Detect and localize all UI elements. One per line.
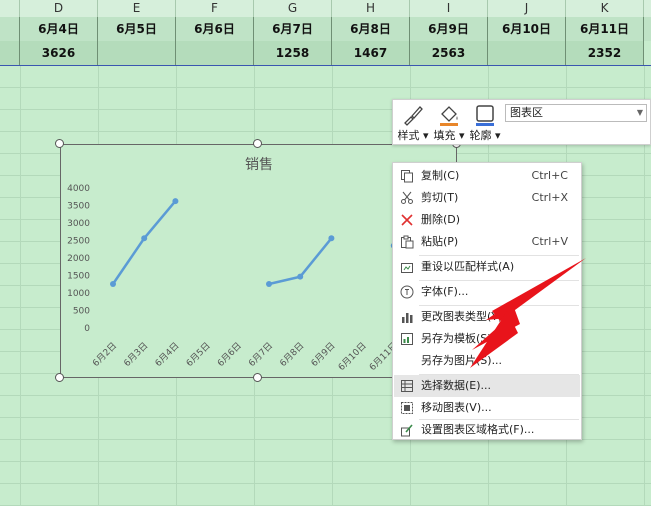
y-tick-label: 3500 [67, 202, 90, 212]
y-tick-label: 1500 [67, 272, 90, 282]
header-cell[interactable]: 6月11日 [566, 17, 644, 41]
x-tick-label: 6月5日 [184, 340, 213, 369]
menu-item-change-chart-type[interactable]: 更改图表类型(Y)... [394, 306, 580, 328]
chart-context-menu: 复制(C) Ctrl+C 剪切(T) Ctrl+X 删除(D) 粘贴(P) Ct… [392, 162, 582, 440]
y-tick-label: 3000 [67, 219, 90, 229]
header-cell-partial[interactable] [0, 17, 20, 41]
outline-label: 轮廓 [469, 129, 492, 142]
x-tick-label: 6月7日 [247, 340, 276, 369]
value-cell[interactable]: 2352 [566, 41, 644, 65]
menu-item-reset-style[interactable]: 重设以匹配样式(A) [394, 256, 580, 278]
menu-item-save-template[interactable]: 另存为模板(S)... [394, 328, 580, 350]
date-header-row: 6月4日 6月5日 6月6日 6月7日 6月8日 6月9日 6月10日 6月11… [0, 17, 651, 42]
header-cell[interactable]: 6月5日 [98, 17, 176, 41]
chart-type-icon [402, 313, 413, 323]
header-cell[interactable]: 6月6日 [176, 17, 254, 41]
chart-element-select[interactable]: 图表区 ▼ [505, 104, 647, 122]
value-cell[interactable] [488, 41, 566, 65]
data-point[interactable] [266, 280, 272, 287]
fill-bucket-icon [440, 106, 458, 126]
value-cell[interactable]: 2563 [410, 41, 488, 65]
font-icon [400, 285, 414, 299]
data-point[interactable] [328, 235, 335, 242]
column-header-bar: D E F G H I J K [0, 0, 651, 18]
chevron-down-icon: ▼ [636, 108, 643, 117]
x-tick-label: 6月10日 [336, 340, 369, 373]
chart-title[interactable]: 销售 [245, 157, 273, 173]
fill-button[interactable]: 填充 ▾ [431, 102, 467, 144]
menu-item-paste[interactable]: 粘贴(P) Ctrl+V [394, 231, 580, 253]
menu-item-delete[interactable]: 删除(D) [394, 209, 580, 231]
column-letter[interactable]: J [488, 0, 566, 17]
sales-value-row: 3626 1258 1467 2563 2352 [0, 41, 651, 66]
x-tick-label: 6月3日 [122, 340, 151, 369]
chart-resize-handle-top-left[interactable] [55, 139, 64, 148]
column-letter[interactable]: E [98, 0, 176, 17]
value-cell-partial[interactable] [0, 41, 20, 65]
scissors-icon [401, 191, 413, 204]
chart-element-select-value: 图表区 [510, 106, 543, 119]
menu-item-cut[interactable]: 剪切(T) Ctrl+X [394, 187, 580, 209]
menu-item-format-chart-area[interactable]: 设置图表区域格式(F)... [394, 419, 580, 441]
format-area-icon [401, 424, 413, 437]
menu-item-select-data[interactable]: 选择数据(E)... [394, 375, 580, 397]
chart-resize-handle-bottom-left[interactable] [55, 373, 64, 382]
chart-resize-handle-top[interactable] [253, 139, 262, 148]
data-point[interactable] [141, 235, 148, 242]
x-tick-label: 6月4日 [153, 340, 182, 369]
value-cell[interactable] [176, 41, 254, 65]
data-point[interactable] [110, 280, 116, 287]
style-button[interactable]: 样式 ▾ [395, 102, 431, 144]
outline-icon [476, 105, 494, 126]
chart-resize-handle-bottom[interactable] [253, 373, 262, 382]
value-cell[interactable]: 1258 [254, 41, 332, 65]
header-cell[interactable]: 6月8日 [332, 17, 410, 41]
delete-x-icon [401, 214, 413, 226]
header-cell[interactable]: 6月7日 [254, 17, 332, 41]
reset-style-icon [401, 263, 413, 273]
x-tick-label: 6月6日 [215, 340, 244, 369]
value-cell[interactable]: 1467 [332, 41, 410, 65]
y-tick-label: 2000 [67, 254, 90, 264]
brush-icon [404, 106, 423, 126]
y-tick-label: 500 [73, 307, 90, 317]
column-letter[interactable]: D [20, 0, 98, 17]
y-tick-label: 4000 [67, 184, 90, 194]
value-cell[interactable]: 3626 [20, 41, 98, 65]
column-letter[interactable]: G [254, 0, 332, 17]
header-cell[interactable]: 6月4日 [20, 17, 98, 41]
value-cell[interactable] [98, 41, 176, 65]
y-tick-label: 1000 [67, 289, 90, 299]
menu-item-font[interactable]: 字体(F)... [394, 281, 580, 303]
column-letter[interactable]: F [176, 0, 254, 17]
series-line-segment[interactable] [111, 200, 177, 285]
menu-item-move-chart[interactable]: 移动图表(V)... [394, 397, 580, 419]
move-chart-icon [401, 402, 413, 414]
column-letter-partial[interactable] [0, 0, 20, 17]
data-point[interactable] [297, 273, 304, 280]
fill-label: 填充 [433, 129, 456, 142]
style-label: 样式 [397, 129, 420, 142]
column-letter[interactable]: I [410, 0, 488, 17]
column-letter[interactable]: H [332, 0, 410, 17]
menu-item-save-image[interactable]: 另存为图片(S)... [394, 350, 580, 372]
outline-button[interactable]: 轮廓 ▾ [467, 102, 503, 144]
x-tick-label: 6月9日 [309, 340, 338, 369]
header-cell[interactable]: 6月10日 [488, 17, 566, 41]
paste-icon [401, 235, 414, 249]
chart-format-toolbar: 样式 ▾ 填充 ▾ 轮廓 ▾ 图表区 ▼ [392, 99, 651, 145]
column-letter[interactable]: K [566, 0, 644, 17]
data-point[interactable] [172, 198, 179, 205]
select-data-icon [401, 380, 413, 392]
menu-item-copy[interactable]: 复制(C) Ctrl+C [394, 165, 580, 187]
x-tick-label: 6月8日 [278, 340, 307, 369]
y-tick-label: 2500 [67, 237, 90, 247]
header-cell[interactable]: 6月9日 [410, 17, 488, 41]
y-tick-label: 0 [84, 324, 90, 334]
x-tick-label: 6月2日 [91, 340, 120, 369]
copy-icon [401, 170, 413, 183]
save-template-icon [401, 333, 413, 345]
